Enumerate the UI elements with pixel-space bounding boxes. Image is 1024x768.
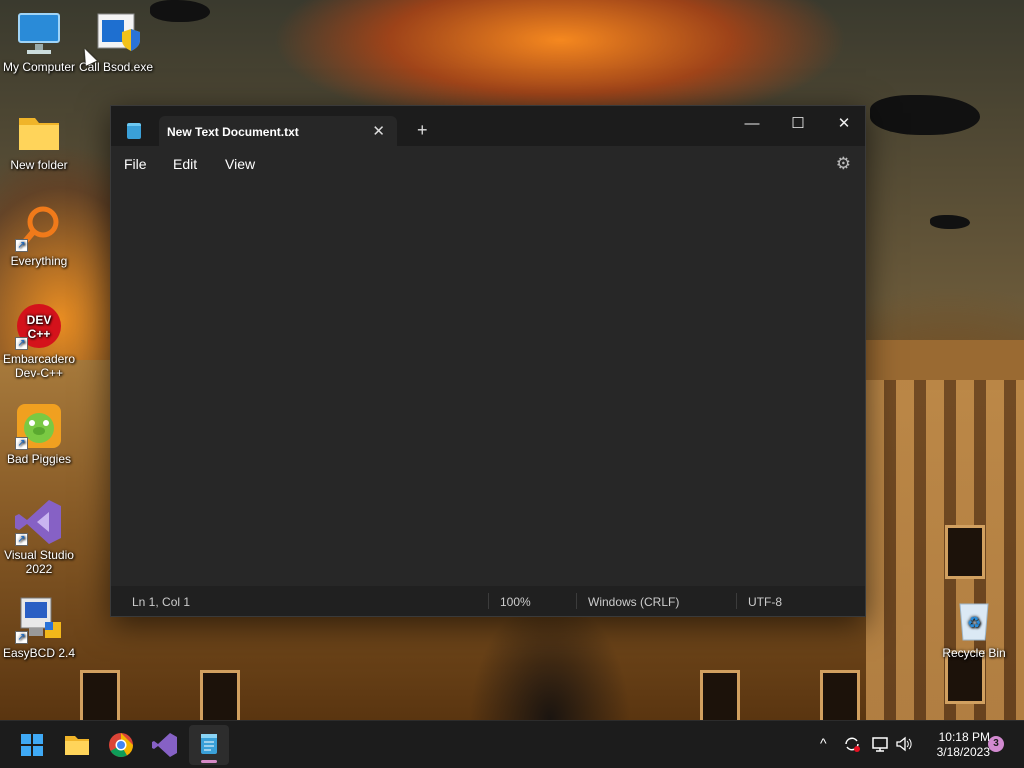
desktop-icon-label: Visual Studio 2022 — [4, 548, 74, 576]
tray-chevron-icon[interactable]: ^ — [820, 735, 827, 751]
status-divider — [576, 593, 577, 609]
sync-icon[interactable] — [843, 735, 861, 758]
taskbar: ^ 10:18 PM 3/18/2023 — [0, 720, 1024, 768]
status-divider — [736, 593, 737, 609]
network-icon[interactable] — [871, 735, 889, 758]
desktop-icon-easybcd[interactable]: ↗ EasyBCD 2.4 — [1, 596, 77, 660]
taskbar-visual-studio[interactable] — [145, 725, 185, 765]
tab-title: New Text Document.txt — [167, 125, 299, 139]
helicopter-icon — [150, 0, 210, 22]
taskbar-notepad[interactable] — [189, 725, 229, 765]
clock-time: 10:18 PM — [938, 730, 990, 744]
tab-close-icon[interactable]: ✕ — [372, 122, 385, 140]
notification-badge[interactable]: 3 — [988, 736, 1004, 752]
shortcut-arrow-icon: ↗ — [15, 239, 28, 252]
wallpaper-figure — [470, 600, 630, 720]
helicopter-icon — [870, 95, 980, 135]
taskbar-file-explorer[interactable] — [57, 725, 97, 765]
desktop-icon-call-bsod[interactable]: Call Bsod.exe — [78, 10, 154, 74]
easybcd-icon: ↗ — [15, 596, 63, 644]
status-bar: Ln 1, Col 1 100% Windows (CRLF) UTF-8 — [111, 586, 865, 616]
desktop-icon-recycle-bin[interactable]: ♻ Recycle Bin — [936, 596, 1012, 660]
chrome-icon — [109, 733, 133, 758]
menu-edit[interactable]: Edit — [173, 156, 197, 172]
svg-text:DEV: DEV — [27, 313, 52, 327]
svg-text:C++: C++ — [28, 327, 51, 341]
desktop-icon-bad-piggies[interactable]: ↗ Bad Piggies — [1, 402, 77, 466]
desktop-icon-label: Everything — [10, 254, 68, 268]
notepad-icon — [201, 734, 217, 754]
desktop-icon-label: Bad Piggies — [6, 452, 72, 466]
menu-bar: File Edit View ⚙ — [111, 146, 865, 182]
notepad-icon — [127, 123, 141, 139]
svg-text:♻: ♻ — [967, 613, 981, 632]
maximize-button[interactable]: ☐ — [775, 110, 821, 138]
wallpaper-window — [945, 525, 985, 579]
wallpaper-window — [200, 670, 240, 724]
cursor-position: Ln 1, Col 1 — [132, 595, 191, 609]
monitor-icon — [15, 10, 63, 58]
start-icon — [21, 734, 43, 756]
status-divider — [488, 593, 489, 609]
shortcut-arrow-icon: ↗ — [15, 437, 28, 450]
clock[interactable]: 10:18 PM 3/18/2023 — [922, 730, 990, 760]
settings-gear-icon[interactable]: ⚙ — [836, 154, 851, 174]
desktop-icon-label: EasyBCD 2.4 — [2, 646, 76, 660]
desktop-icon-devcpp[interactable]: DEV C++ ↗ Embarcadero Dev-C++ — [1, 302, 77, 380]
minimize-button[interactable]: — — [729, 110, 775, 138]
devcpp-icon: DEV C++ ↗ — [15, 302, 63, 350]
close-button[interactable]: ✕ — [821, 110, 867, 138]
clock-date: 3/18/2023 — [936, 745, 990, 759]
visual-studio-icon: ↗ — [15, 498, 63, 546]
menu-file[interactable]: File — [124, 156, 147, 172]
start-button[interactable] — [12, 725, 52, 765]
helicopter-icon — [930, 215, 970, 229]
taskbar-chrome[interactable] — [101, 725, 141, 765]
shortcut-arrow-icon: ↗ — [15, 337, 28, 350]
menu-view[interactable]: View — [225, 156, 255, 172]
notepad-window[interactable]: New Text Document.txt ✕ + — ☐ ✕ File Edi… — [110, 105, 866, 617]
line-ending: Windows (CRLF) — [588, 595, 680, 609]
new-tab-button[interactable]: + — [417, 120, 428, 141]
desktop-icon-label: Recycle Bin — [942, 646, 1006, 660]
encoding: UTF-8 — [748, 595, 782, 609]
shield-exe-icon — [92, 10, 140, 58]
text-editor[interactable] — [111, 182, 865, 586]
shortcut-arrow-icon: ↗ — [15, 631, 28, 644]
tab-document[interactable]: New Text Document.txt ✕ — [159, 116, 397, 146]
desktop-icon-new-folder[interactable]: New folder — [1, 108, 77, 172]
desktop-icon-label: My Computer — [2, 60, 76, 74]
pig-icon: ↗ — [15, 402, 63, 450]
desktop-icon-visual-studio[interactable]: ↗ Visual Studio 2022 — [1, 498, 77, 576]
active-app-indicator — [201, 760, 217, 763]
magnifier-icon: ↗ — [15, 204, 63, 252]
desktop-icon-label: Embarcadero Dev-C++ — [2, 352, 76, 380]
folder-icon — [15, 108, 63, 156]
wallpaper-window — [700, 670, 740, 724]
wallpaper-window — [80, 670, 120, 724]
desktop-icon-my-computer[interactable]: My Computer — [1, 10, 77, 74]
desktop-icon-everything[interactable]: ↗ Everything — [1, 204, 77, 268]
desktop-icon-label: New folder — [10, 158, 68, 172]
zoom-level: 100% — [500, 595, 531, 609]
file-explorer-icon — [65, 736, 89, 755]
recycle-bin-icon: ♻ — [950, 596, 998, 644]
visual-studio-icon — [152, 733, 177, 757]
shortcut-arrow-icon: ↗ — [15, 533, 28, 546]
wallpaper-window — [820, 670, 860, 724]
title-bar[interactable]: New Text Document.txt ✕ + — ☐ ✕ — [111, 106, 865, 146]
volume-icon[interactable] — [895, 735, 913, 758]
